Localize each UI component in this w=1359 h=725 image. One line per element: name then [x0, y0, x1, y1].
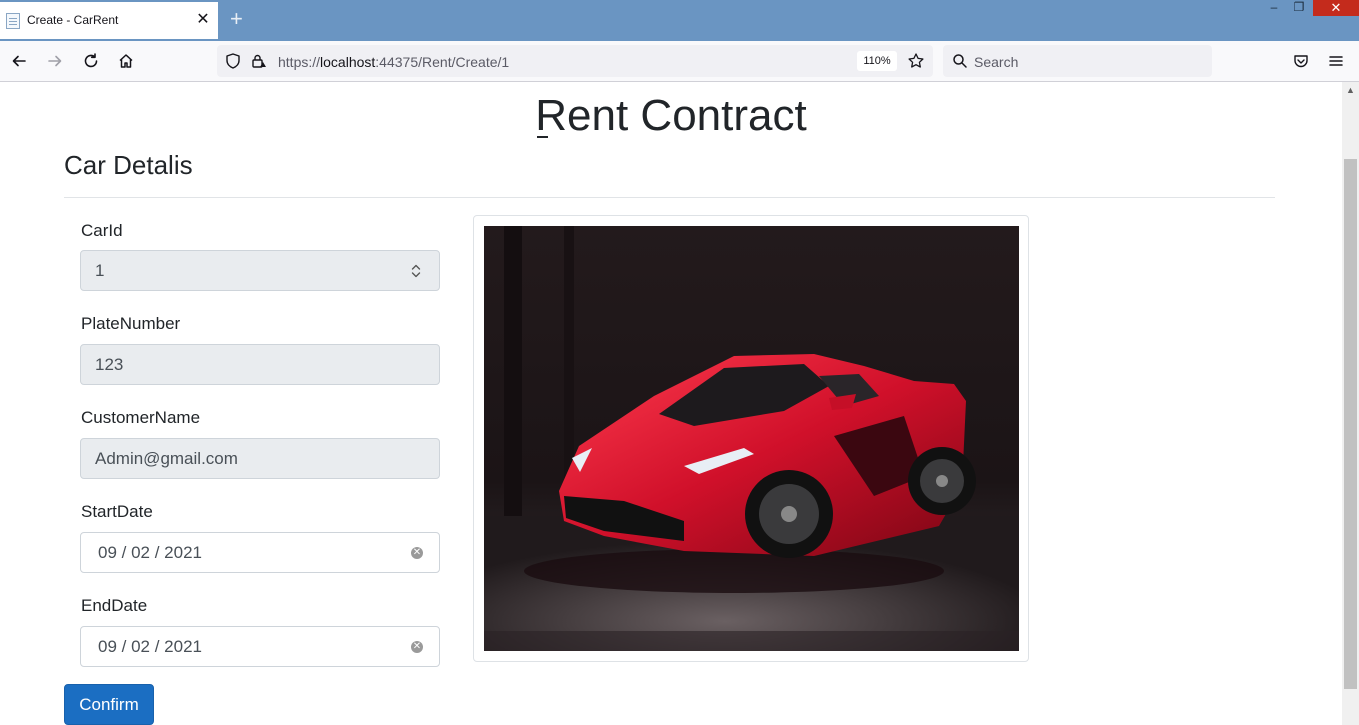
home-icon[interactable] — [115, 50, 137, 72]
confirm-button[interactable]: Confirm — [64, 684, 154, 725]
address-bar[interactable]: https://localhost:44375/Rent/Create/1 11… — [217, 45, 933, 77]
start-date-value: 09 / 02 / 2021 — [98, 543, 202, 562]
pocket-icon[interactable] — [1290, 50, 1312, 72]
scroll-up-arrow-icon[interactable]: ▲ — [1346, 85, 1355, 95]
end-date-value: 09 / 02 / 2021 — [98, 637, 202, 656]
bookmark-star-icon[interactable] — [905, 50, 927, 72]
search-icon — [949, 50, 971, 72]
reload-icon[interactable] — [80, 50, 102, 72]
tab-close-icon[interactable]: ✕ — [195, 10, 211, 30]
window-restore-button[interactable]: ❐ — [1285, 0, 1313, 16]
menu-hamburger-icon[interactable] — [1325, 50, 1347, 72]
new-tab-icon[interactable]: + — [230, 6, 243, 32]
tab-title: Create - CarRent — [27, 13, 119, 27]
window-close-button[interactable]: ✕ — [1313, 0, 1359, 16]
search-placeholder: Search — [974, 54, 1019, 70]
end-date-input[interactable]: 09 / 02 / 2021 ✕ — [80, 626, 440, 667]
start-date-label: StartDate — [81, 502, 153, 521]
zoom-level-badge[interactable]: 110% — [857, 51, 897, 71]
plate-number-input[interactable]: 123 — [80, 344, 440, 385]
start-date-input[interactable]: 09 / 02 / 2021 ✕ — [80, 532, 440, 573]
url-text[interactable]: https://localhost:44375/Rent/Create/1 — [278, 54, 509, 70]
car-id-value: 1 — [95, 261, 105, 280]
search-bar[interactable]: Search — [943, 45, 1212, 77]
back-arrow-icon[interactable] — [8, 50, 30, 72]
window-minimize-button[interactable]: – — [1260, 0, 1288, 16]
browser-titlebar: Create - CarRent ✕ + – ❐ ✕ — [0, 0, 1359, 41]
page-favicon-icon — [6, 13, 20, 29]
car-id-input[interactable]: 1 — [80, 250, 440, 291]
car-image-frame — [473, 215, 1029, 662]
car-photo — [484, 226, 1019, 651]
scrollbar-thumb[interactable] — [1344, 159, 1357, 689]
clear-date-icon[interactable]: ✕ — [411, 547, 423, 559]
browser-tab[interactable]: Create - CarRent ✕ — [0, 0, 218, 39]
spinner-arrows-icon[interactable] — [411, 263, 421, 279]
section-title: Car Detalis — [64, 150, 193, 180]
customer-name-input[interactable]: Admin@gmail.com — [80, 438, 440, 479]
lock-warning-icon[interactable] — [248, 50, 270, 72]
clear-date-icon[interactable]: ✕ — [411, 641, 423, 653]
page-title: Rent Contract — [535, 91, 807, 140]
car-id-label: CarId — [81, 221, 123, 240]
page-scrollbar[interactable]: ▲ — [1342, 82, 1359, 725]
text-cursor — [537, 136, 548, 138]
end-date-label: EndDate — [81, 596, 148, 615]
customer-name-label: CustomerName — [81, 408, 201, 427]
browser-toolbar: https://localhost:44375/Rent/Create/1 11… — [0, 41, 1359, 82]
plate-number-value: 123 — [95, 355, 124, 374]
customer-name-value: Admin@gmail.com — [95, 449, 238, 468]
plate-number-label: PlateNumber — [81, 314, 181, 333]
section-divider — [64, 197, 1275, 198]
forward-arrow-icon[interactable] — [44, 50, 66, 72]
tracking-shield-icon[interactable] — [222, 50, 244, 72]
